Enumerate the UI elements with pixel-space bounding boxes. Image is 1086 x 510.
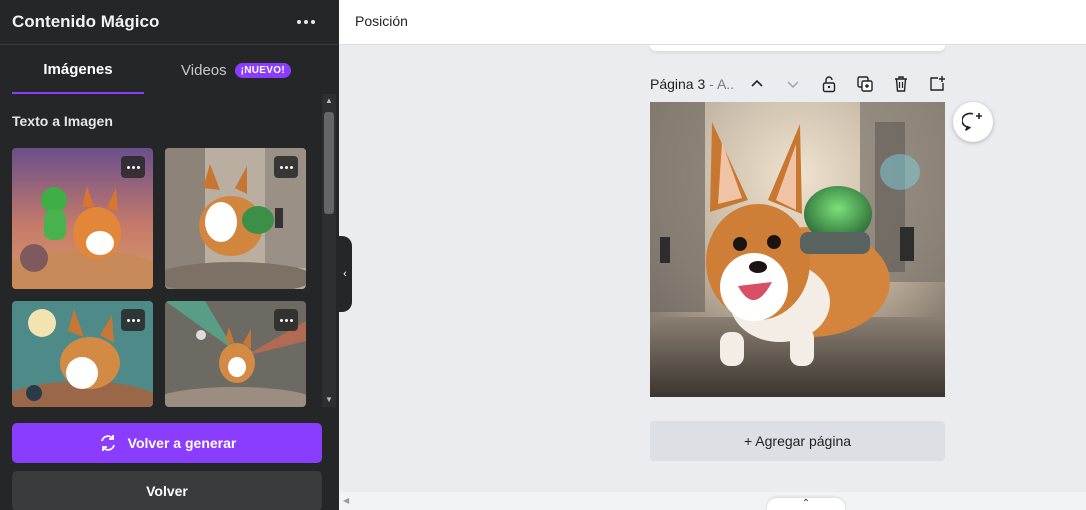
position-button[interactable]: Posición	[355, 13, 408, 29]
page-toolbar: Página 3 - A..	[650, 72, 950, 96]
regenerate-button[interactable]: Volver a generar	[12, 423, 322, 463]
page-number: Página 3	[650, 76, 706, 92]
chevron-up-icon	[751, 79, 763, 87]
panel-tabs: Imágenes Videos ¡NUEVO!	[0, 46, 339, 94]
collapse-panel-handle[interactable]: ‹	[338, 236, 352, 312]
move-page-up-button[interactable]	[747, 74, 767, 94]
back-button[interactable]: Volver	[12, 471, 322, 510]
trash-icon	[895, 76, 907, 92]
lock-page-button[interactable]	[819, 74, 839, 94]
duplicate-icon	[857, 76, 873, 92]
chevron-left-icon: ‹	[343, 268, 347, 280]
tab-images-label: Imágenes	[43, 60, 113, 78]
generated-image-3[interactable]	[12, 301, 153, 407]
refresh-icon	[100, 435, 115, 451]
scroll-thumb[interactable]	[324, 112, 334, 214]
more-dots-icon	[297, 20, 301, 24]
duplicate-page-button[interactable]	[855, 74, 875, 94]
tab-videos-label: Videos	[181, 61, 227, 79]
tab-videos[interactable]: Videos ¡NUEVO!	[156, 46, 316, 94]
image-2-more-button[interactable]	[274, 156, 298, 178]
editor-topbar: Posición	[339, 0, 1086, 45]
comment-add-icon	[962, 112, 982, 131]
image-3-more-button[interactable]	[121, 309, 145, 331]
image-4-more-button[interactable]	[274, 309, 298, 331]
section-title: Texto a Imagen	[12, 113, 113, 129]
chevron-down-icon	[787, 81, 799, 89]
scroll-up-icon[interactable]: ▲	[322, 94, 336, 108]
move-page-down-button[interactable]	[783, 74, 803, 94]
scroll-down-icon[interactable]: ▼	[322, 393, 336, 407]
tab-images[interactable]: Imágenes	[12, 46, 144, 94]
delete-page-button[interactable]	[891, 74, 911, 94]
horizontal-scrollbar[interactable]: ◀	[339, 492, 1086, 510]
more-options-button[interactable]	[292, 10, 320, 34]
page-label[interactable]: Página 3 - A..	[650, 76, 734, 92]
panel-scrollbar[interactable]: ▲ ▼	[322, 94, 336, 407]
generated-image-2[interactable]	[165, 148, 306, 289]
chevron-up-small-icon: ⌃	[801, 498, 811, 509]
previous-page-edge	[650, 45, 945, 51]
image-1-more-button[interactable]	[121, 156, 145, 178]
panel-header: Contenido Mágico	[0, 0, 339, 45]
add-comment-button[interactable]	[953, 102, 993, 142]
add-page-button-icon[interactable]	[927, 74, 947, 94]
page-title-truncated: - A..	[705, 76, 735, 92]
new-badge: ¡NUEVO!	[234, 62, 291, 78]
add-page-icon	[930, 76, 945, 91]
generated-image-4[interactable]	[165, 301, 306, 407]
magic-content-panel: Contenido Mágico Imágenes Videos ¡NUEVO!…	[0, 0, 339, 510]
notes-expand-tab[interactable]: ⌃	[767, 498, 845, 510]
generated-image-1[interactable]	[12, 148, 153, 289]
regenerate-label: Volver a generar	[127, 435, 237, 451]
add-page-button[interactable]: + Agregar página	[650, 421, 945, 461]
design-page-canvas[interactable]	[650, 102, 945, 397]
back-label: Volver	[146, 483, 188, 499]
scroll-left-icon[interactable]: ◀	[343, 496, 349, 505]
unlock-icon	[822, 76, 836, 93]
panel-title: Contenido Mágico	[12, 12, 160, 31]
corgi-jetpack-artwork	[650, 102, 945, 397]
